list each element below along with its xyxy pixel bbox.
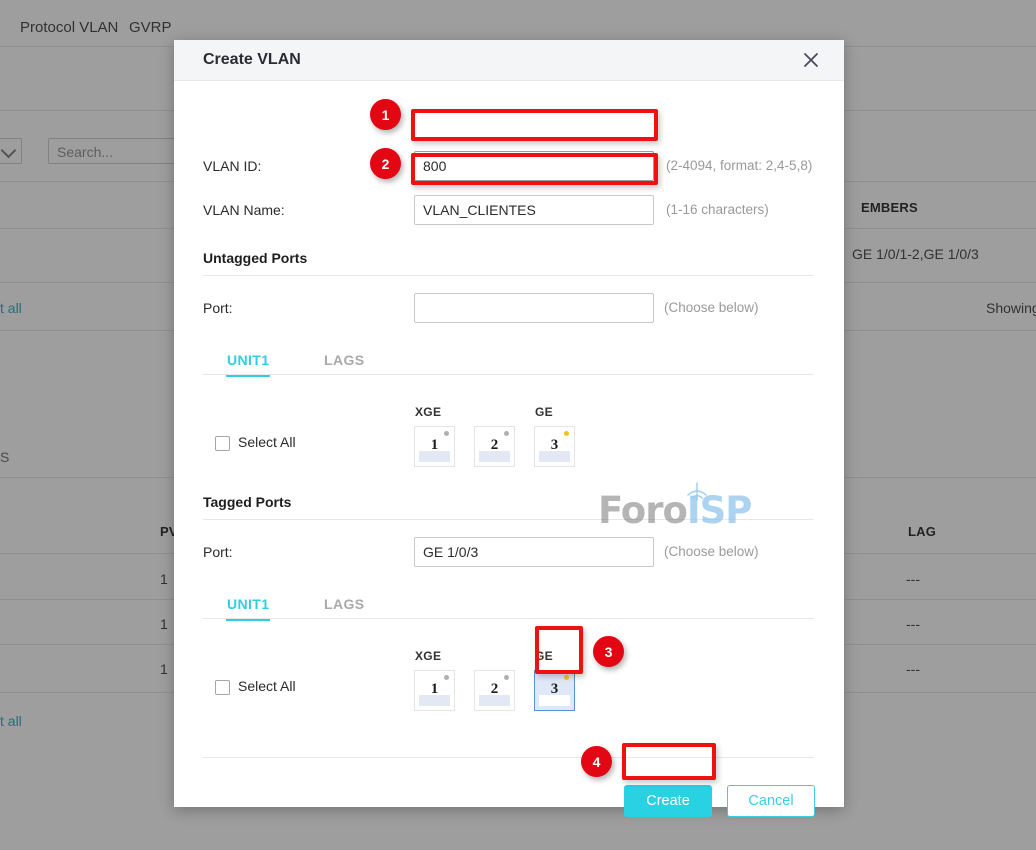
tagged-tabstrip: UNIT1 LAGS xyxy=(203,583,814,621)
foroisp-watermark: ForoISP xyxy=(598,482,788,532)
untagged-select-all-label: Select All xyxy=(238,434,296,450)
port-body-icon xyxy=(419,695,450,706)
vlan-id-input[interactable]: 800 xyxy=(414,151,654,181)
untagged-port-2[interactable]: 2 xyxy=(474,426,515,467)
create-vlan-dialog: Create VLAN VLAN ID: 800 (2-4094, format… xyxy=(174,40,844,817)
dialog-title: Create VLAN xyxy=(203,51,301,68)
untagged-port-label: Port: xyxy=(203,300,233,316)
watermark-foro: Foro xyxy=(598,489,688,532)
tab-tagged-lags[interactable]: LAGS xyxy=(324,596,365,612)
create-button[interactable]: Create xyxy=(624,785,712,817)
tab-label: UNIT1 xyxy=(227,352,270,368)
untagged-ports-section-title: Untagged Ports xyxy=(203,250,308,266)
port-status-dot-icon xyxy=(564,431,569,436)
tabstrip-baseline xyxy=(203,618,814,619)
tagged-port-2[interactable]: 2 xyxy=(474,670,515,711)
tab-label: LAGS xyxy=(324,352,365,368)
tagged-port-label: Port: xyxy=(203,544,233,560)
port-body-icon xyxy=(479,695,510,706)
untagged-port-1[interactable]: 1 xyxy=(414,426,455,467)
tab-tagged-unit1[interactable]: UNIT1 xyxy=(226,596,271,621)
port-body-icon xyxy=(479,451,510,462)
tagged-select-all-checkbox[interactable] xyxy=(215,680,230,695)
wifi-icon xyxy=(687,482,707,501)
tagged-port-hint: (Choose below) xyxy=(664,544,759,559)
tagged-section-divider xyxy=(203,519,814,520)
vlan-id-hint: (2-4094, format: 2,4-5,8) xyxy=(666,158,813,173)
tagged-port-3[interactable]: 3 xyxy=(534,670,575,711)
port-status-dot-icon xyxy=(444,431,449,436)
port-status-dot-icon xyxy=(504,431,509,436)
tabstrip-baseline xyxy=(203,374,814,375)
port-status-dot-icon xyxy=(564,675,569,680)
untagged-select-all-checkbox[interactable] xyxy=(215,436,230,451)
vlan-name-input[interactable]: VLAN_CLIENTES xyxy=(414,195,654,225)
cancel-button[interactable]: Cancel xyxy=(727,785,815,817)
tab-label: UNIT1 xyxy=(227,596,270,612)
tab-untagged-unit1[interactable]: UNIT1 xyxy=(226,352,271,377)
tagged-group-label-ge: GE xyxy=(535,649,553,663)
tagged-select-all-label: Select All xyxy=(238,678,296,694)
untagged-group-label-xge: XGE xyxy=(415,405,442,419)
untagged-port-input[interactable] xyxy=(414,293,654,323)
untagged-group-label-ge: GE xyxy=(535,405,553,419)
tagged-port-1[interactable]: 1 xyxy=(414,670,455,711)
dialog-body: VLAN ID: 800 (2-4094, format: 2,4-5,8) V… xyxy=(174,81,844,817)
footer-divider xyxy=(203,757,814,758)
untagged-tabstrip: UNIT1 LAGS xyxy=(203,339,814,377)
vlan-id-label: VLAN ID: xyxy=(203,158,262,174)
tab-label: LAGS xyxy=(324,596,365,612)
port-status-dot-icon xyxy=(504,675,509,680)
port-body-icon xyxy=(419,451,450,462)
tagged-port-input[interactable]: GE 1/0/3 xyxy=(414,537,654,567)
port-status-dot-icon xyxy=(444,675,449,680)
port-body-icon xyxy=(539,451,570,462)
port-body-icon xyxy=(539,695,570,706)
dialog-header: Create VLAN xyxy=(174,40,844,81)
vlan-name-label: VLAN Name: xyxy=(203,202,285,218)
untagged-port-3[interactable]: 3 xyxy=(534,426,575,467)
tagged-ports-section-title: Tagged Ports xyxy=(203,494,292,510)
vlan-name-hint: (1-16 characters) xyxy=(666,202,769,217)
tab-untagged-lags[interactable]: LAGS xyxy=(324,352,365,368)
watermark-isp: ISP xyxy=(686,489,753,532)
watermark-text: ForoISP xyxy=(598,489,753,532)
close-icon[interactable] xyxy=(799,48,823,72)
tagged-group-label-xge: XGE xyxy=(415,649,442,663)
untagged-port-hint: (Choose below) xyxy=(664,300,759,315)
untagged-section-divider xyxy=(203,275,814,276)
